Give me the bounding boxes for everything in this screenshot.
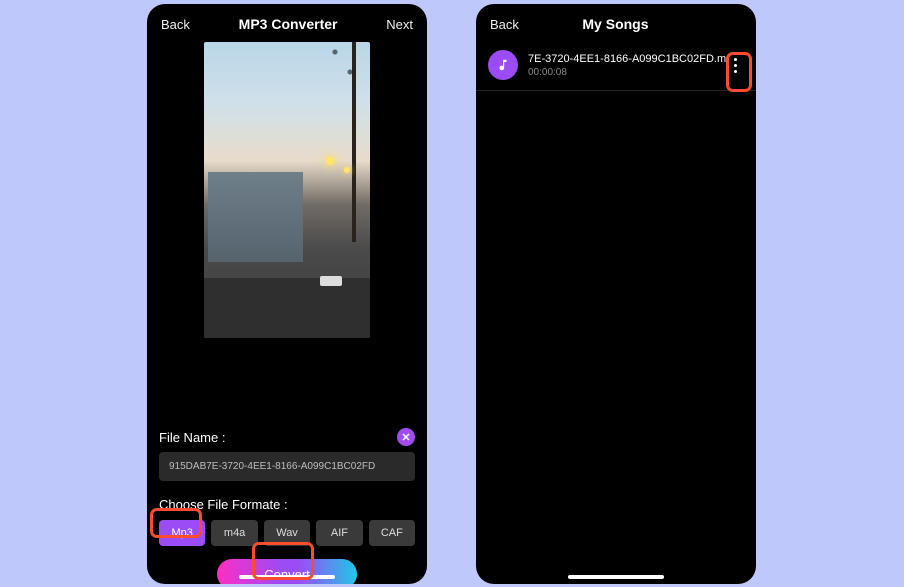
format-caf[interactable]: CAF [369,520,415,546]
screen-title: My Songs [582,16,648,32]
converter-screen: Back MP3 Converter Next File Name : ✕ Ch… [147,4,427,584]
screen-title: MP3 Converter [239,16,338,32]
filename-label: File Name : [159,430,225,445]
format-m4a[interactable]: m4a [211,520,257,546]
format-mp3[interactable]: Mp3 [159,520,205,546]
song-duration: 00:00:08 [528,67,726,78]
home-indicator[interactable] [568,575,664,579]
songs-screen: Back My Songs 7E-3720-4EE1-8166-A099C1BC… [476,4,756,584]
format-wav[interactable]: Wav [264,520,310,546]
nav-bar: Back MP3 Converter Next [147,4,427,42]
nav-bar: Back My Songs [476,4,756,42]
next-button[interactable]: Next [386,17,413,32]
more-options-button[interactable] [726,52,744,79]
format-section: Choose File Formate : Mp3 m4a Wav AIF CA… [147,497,427,546]
format-label: Choose File Formate : [159,497,415,512]
filename-section: File Name : ✕ [147,428,427,481]
song-row[interactable]: 7E-3720-4EE1-8166-A099C1BC02FD.mp3 00:00… [476,42,756,91]
video-preview[interactable] [204,42,370,338]
convert-button[interactable]: Convert [217,559,357,584]
home-indicator[interactable] [239,575,335,579]
video-preview-wrap [147,42,427,338]
music-note-icon [488,50,518,80]
song-name: 7E-3720-4EE1-8166-A099C1BC02FD.mp3 [528,53,726,65]
filename-input[interactable] [159,452,415,481]
back-button[interactable]: Back [161,17,190,32]
song-meta: 7E-3720-4EE1-8166-A099C1BC02FD.mp3 00:00… [528,53,726,78]
format-aif[interactable]: AIF [316,520,362,546]
format-row: Mp3 m4a Wav AIF CAF [159,520,415,546]
clear-filename-button[interactable]: ✕ [397,428,415,446]
back-button[interactable]: Back [490,17,519,32]
